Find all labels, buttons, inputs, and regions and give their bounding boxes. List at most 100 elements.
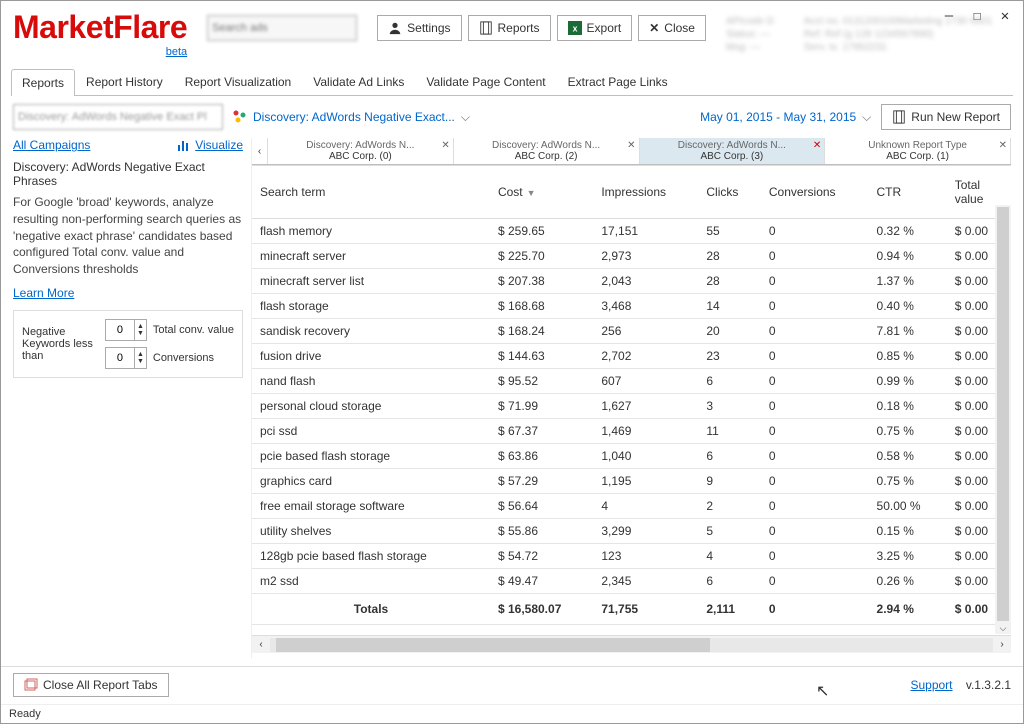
up-arrow-icon[interactable]: ▲	[137, 323, 144, 330]
run-report-label: Run New Report	[911, 110, 1000, 124]
learn-more-link[interactable]: Learn More	[13, 286, 74, 300]
column-header[interactable]: Impressions	[593, 166, 698, 219]
table-cell: $ 67.37	[490, 419, 593, 444]
table-cell: nand flash	[252, 369, 490, 394]
close-icon: ✕	[649, 21, 659, 35]
report-tab[interactable]: Unknown Report TypeABC Corp. (1)✕	[825, 138, 1011, 164]
table-cell: minecraft server	[252, 244, 490, 269]
total-conv-input[interactable]	[106, 320, 134, 340]
visualize-label: Visualize	[195, 138, 243, 152]
breadcrumb-box[interactable]: Discovery: AdWords Negative Exact Pl	[13, 104, 223, 130]
table-cell: 3,468	[593, 294, 698, 319]
table-cell: 4	[593, 494, 698, 519]
close-button[interactable]: ✕ Close	[638, 15, 706, 41]
main-tab-validate-page-content[interactable]: Validate Page Content	[415, 68, 556, 95]
all-campaigns-link[interactable]: All Campaigns	[13, 138, 90, 152]
table-cell: 1,040	[593, 444, 698, 469]
sort-indicator-icon: ▼	[527, 188, 536, 198]
cfg-label-conversions: Conversions	[153, 352, 234, 364]
date-range-picker[interactable]: May 01, 2015 - May 31, 2015 ⌵	[700, 110, 871, 125]
conversions-spinner[interactable]: ▲▼	[105, 347, 147, 369]
down-arrow-icon[interactable]: ▼	[137, 330, 144, 337]
table-cell: utility shelves	[252, 519, 490, 544]
table-cell: 6	[698, 444, 760, 469]
up-arrow-icon[interactable]: ▲	[137, 351, 144, 358]
run-report-button[interactable]: Run New Report	[881, 104, 1011, 130]
horizontal-scrollbar[interactable]: ‹ ›	[252, 635, 1011, 653]
table-cell: 55	[698, 219, 760, 244]
table-cell: free email storage software	[252, 494, 490, 519]
tab-close-icon[interactable]: ✕	[813, 140, 821, 151]
table-row[interactable]: sandisk recovery$ 168.242562007.81 %$ 0.…	[252, 319, 1011, 344]
table-cell: 0	[761, 369, 869, 394]
column-header[interactable]: CTR	[869, 166, 947, 219]
column-header[interactable]: Cost▼	[490, 166, 593, 219]
table-row[interactable]: graphics card$ 57.291,195900.75 %$ 0.00	[252, 469, 1011, 494]
table-cell: 1,195	[593, 469, 698, 494]
main-tab-report-visualization[interactable]: Report Visualization	[174, 68, 303, 95]
svg-text:x: x	[572, 24, 577, 34]
flow-dropdown[interactable]: Discovery: AdWords Negative Exact... ⌵	[233, 110, 470, 125]
table-cell: 17,151	[593, 219, 698, 244]
scroll-right-icon[interactable]: ›	[993, 639, 1011, 650]
table-cell: 4	[698, 544, 760, 569]
table-row[interactable]: 128gb pcie based flash storage$ 54.72123…	[252, 544, 1011, 569]
report-tab[interactable]: Discovery: AdWords N...ABC Corp. (0)✕	[268, 138, 454, 164]
table-cell: 3.25 %	[869, 544, 947, 569]
main-tab-extract-page-links[interactable]: Extract Page Links	[557, 68, 679, 95]
data-grid: Search termCost▼ImpressionsClicksConvers…	[252, 165, 1011, 658]
vertical-scrollbar[interactable]: ⌵	[995, 205, 1011, 634]
conversions-input[interactable]	[106, 348, 134, 368]
side-config: Negative Keywords less than ▲▼ Total con…	[13, 310, 243, 378]
visualize-link[interactable]: Visualize	[177, 138, 243, 152]
excel-icon: x	[568, 21, 582, 35]
table-row[interactable]: minecraft server list$ 207.382,0432801.3…	[252, 269, 1011, 294]
table-cell: 14	[698, 294, 760, 319]
table-cell: 50.00 %	[869, 494, 947, 519]
table-row[interactable]: nand flash$ 95.52607600.99 %$ 0.00	[252, 369, 1011, 394]
report-tab[interactable]: Discovery: AdWords N...ABC Corp. (3)✕	[640, 138, 826, 164]
table-cell: 6	[698, 369, 760, 394]
total-conv-spinner[interactable]: ▲▼	[105, 319, 147, 341]
tab-close-icon[interactable]: ✕	[627, 140, 635, 151]
table-row[interactable]: personal cloud storage$ 71.991,627300.18…	[252, 394, 1011, 419]
table-cell: minecraft server list	[252, 269, 490, 294]
chevron-down-icon: ⌵	[862, 110, 871, 125]
table-row[interactable]: flash memory$ 259.6517,1515500.32 %$ 0.0…	[252, 219, 1011, 244]
table-row[interactable]: pci ssd$ 67.371,4691100.75 %$ 0.00	[252, 419, 1011, 444]
settings-button[interactable]: Settings	[377, 15, 461, 41]
column-header[interactable]: Search term	[252, 166, 490, 219]
main-tab-validate-ad-links[interactable]: Validate Ad Links	[302, 68, 415, 95]
table-row[interactable]: minecraft server$ 225.702,9732800.94 %$ …	[252, 244, 1011, 269]
tab-close-icon[interactable]: ✕	[999, 140, 1007, 151]
beta-link[interactable]: beta	[166, 46, 187, 58]
tab-scroll-left[interactable]: ‹	[252, 138, 268, 164]
scroll-left-icon[interactable]: ‹	[252, 639, 270, 650]
reports-button[interactable]: Reports	[468, 15, 551, 41]
export-button[interactable]: x Export	[557, 15, 633, 41]
search-input[interactable]	[207, 15, 357, 41]
table-cell: 0.94 %	[869, 244, 947, 269]
table-row[interactable]: utility shelves$ 55.863,299500.15 %$ 0.0…	[252, 519, 1011, 544]
column-header[interactable]: Conversions	[761, 166, 869, 219]
window-close-button[interactable]: ✕	[995, 7, 1015, 25]
support-link[interactable]: Support	[910, 678, 952, 692]
table-cell: m2 ssd	[252, 569, 490, 594]
table-cell: 2,973	[593, 244, 698, 269]
table-row[interactable]: free email storage software$ 56.6442050.…	[252, 494, 1011, 519]
side-description: For Google 'broad' keywords, analyze res…	[13, 194, 243, 278]
table-row[interactable]: m2 ssd$ 49.472,345600.26 %$ 0.00	[252, 569, 1011, 594]
table-cell: sandisk recovery	[252, 319, 490, 344]
table-row[interactable]: pcie based flash storage$ 63.861,040600.…	[252, 444, 1011, 469]
table-cell: 0.32 %	[869, 219, 947, 244]
report-tab[interactable]: Discovery: AdWords N...ABC Corp. (2)✕	[454, 138, 640, 164]
down-arrow-icon[interactable]: ▼	[137, 358, 144, 365]
close-all-tabs-button[interactable]: Close All Report Tabs	[13, 673, 169, 697]
main-tab-reports[interactable]: Reports	[11, 69, 75, 96]
column-header[interactable]: Clicks	[698, 166, 760, 219]
table-cell: 0	[761, 269, 869, 294]
tab-close-icon[interactable]: ✕	[441, 140, 449, 151]
table-row[interactable]: flash storage$ 168.683,4681400.40 %$ 0.0…	[252, 294, 1011, 319]
main-tab-report-history[interactable]: Report History	[75, 68, 174, 95]
table-row[interactable]: fusion drive$ 144.632,7022300.85 %$ 0.00	[252, 344, 1011, 369]
